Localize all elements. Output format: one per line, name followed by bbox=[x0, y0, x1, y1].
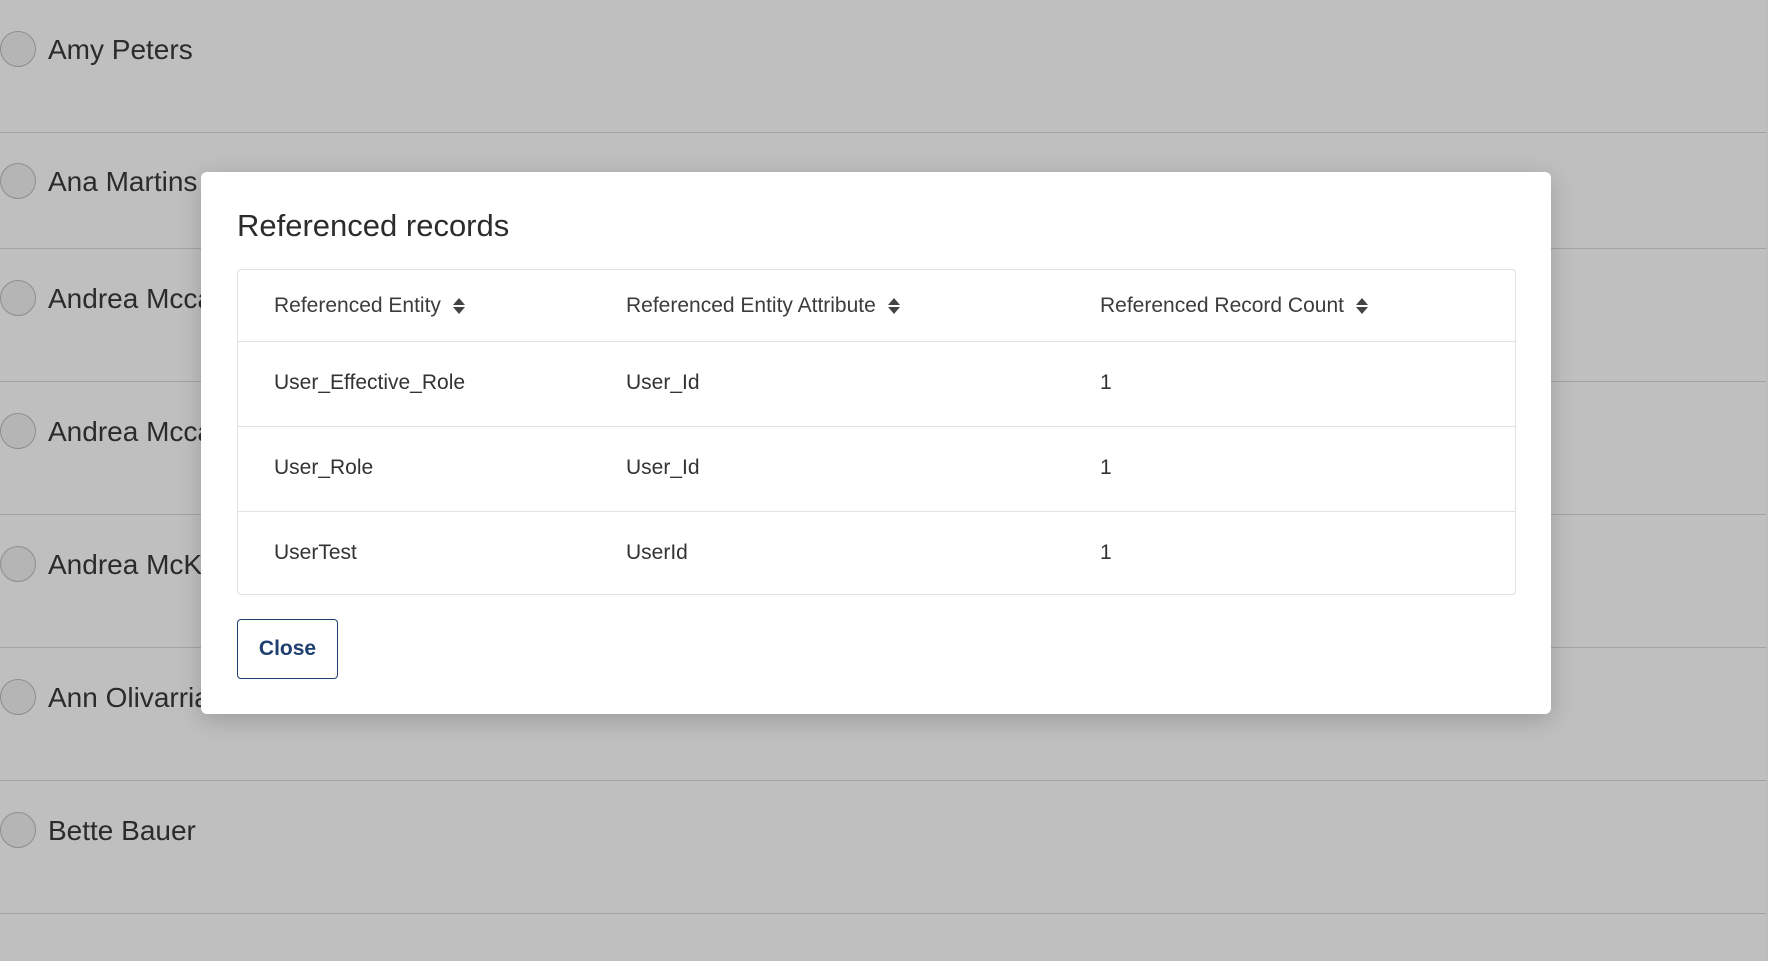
sort-icon[interactable] bbox=[1355, 297, 1368, 315]
column-header-label: Referenced Entity Attribute bbox=[626, 294, 876, 317]
column-header-referenced-entity[interactable]: Referenced Entity bbox=[274, 294, 465, 318]
dialog-title: Referenced records bbox=[237, 208, 510, 243]
cell-referenced-entity-attribute: UserId bbox=[626, 541, 688, 564]
table-row: UserTest UserId 1 bbox=[238, 512, 1515, 594]
cell-referenced-entity: User_Effective_Role bbox=[274, 371, 466, 394]
cell-referenced-record-count: 1 bbox=[1100, 456, 1112, 479]
cell-referenced-entity-attribute: User_Id bbox=[626, 371, 700, 394]
table-row: User_Role User_Id 1 bbox=[238, 427, 1515, 512]
close-button[interactable]: Close bbox=[237, 619, 338, 679]
table-row: User_Effective_Role User_Id 1 bbox=[238, 342, 1515, 427]
column-header-label: Referenced Entity bbox=[274, 294, 441, 317]
cell-referenced-record-count: 1 bbox=[1100, 541, 1112, 564]
cell-referenced-entity: UserTest bbox=[274, 541, 357, 564]
cell-referenced-record-count: 1 bbox=[1100, 371, 1112, 394]
column-header-referenced-record-count[interactable]: Referenced Record Count bbox=[1100, 294, 1368, 318]
table-header: Referenced Entity Referenced Entity Attr… bbox=[238, 270, 1515, 342]
column-header-label: Referenced Record Count bbox=[1100, 294, 1344, 317]
cell-referenced-entity-attribute: User_Id bbox=[626, 456, 700, 479]
column-header-referenced-entity-attribute[interactable]: Referenced Entity Attribute bbox=[626, 294, 900, 318]
cell-referenced-entity: User_Role bbox=[274, 456, 374, 479]
referenced-records-table: Referenced Entity Referenced Entity Attr… bbox=[237, 269, 1516, 595]
sort-icon[interactable] bbox=[887, 297, 900, 315]
referenced-records-dialog: Referenced records Referenced Entity Ref… bbox=[201, 172, 1551, 714]
sort-icon[interactable] bbox=[452, 297, 465, 315]
